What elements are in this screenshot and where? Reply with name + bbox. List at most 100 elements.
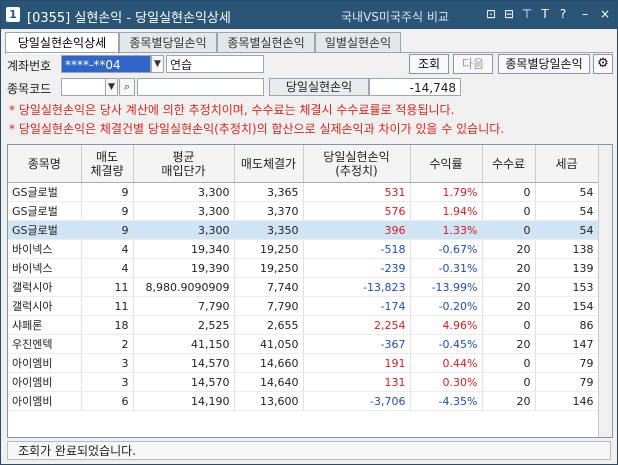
tab-by-stock-realized[interactable]: 종목별실현손익 [217, 32, 315, 53]
cell-avg-buy-price: 14,570 [133, 372, 235, 392]
window-title: [0355] 실현손익 - 당일실현손익상세 [27, 11, 231, 26]
cell-return-rate: 0.30% [410, 372, 483, 392]
cell-stock-name: GS글로벌 [8, 220, 82, 240]
cell-tax: 147 [535, 334, 599, 354]
cell-avg-buy-price: 3,300 [133, 201, 235, 221]
cell-sell-qty: 9 [81, 220, 134, 240]
cell-tax: 154 [535, 296, 599, 316]
cell-sell-qty: 2 [81, 334, 134, 354]
table-row[interactable]: 아이엠비 6 14,190 13,600 -3,706 -4.35% 20 146 [8, 391, 599, 411]
stock-code-label: 종목코드 [7, 82, 52, 96]
header-sell-qty[interactable]: 매도 체결량 [81, 145, 134, 183]
table-row[interactable]: GS글로벌 9 3,300 3,365 531 1.79% 0 54 [8, 182, 599, 202]
font-icon[interactable]: T [537, 6, 553, 22]
cell-sell-qty: 4 [81, 239, 134, 259]
cell-avg-buy-price: 7,790 [133, 296, 235, 316]
account-dropdown-icon[interactable]: ▼ [151, 55, 164, 73]
cell-sell-price: 3,365 [234, 182, 304, 202]
cell-stock-name: GS글로벌 [8, 201, 82, 221]
table-row[interactable]: 샤페론 18 2,525 2,655 2,254 4.96% 0 86 [8, 315, 599, 335]
cell-tax: 153 [535, 277, 599, 297]
cell-realized-pnl: -174 [303, 296, 411, 316]
pnl-grid[interactable]: 종목명 매도 체결량 평균 매입단가 매도체결가 당일실현손익 (추정치) 수익률 수수료 세… [7, 144, 613, 438]
table-row[interactable]: 갤럭시아 11 8,980.9090909 7,740 -13,823 -13.99% 20… [8, 277, 599, 297]
account-label: 계좌번호 [7, 59, 52, 73]
settings-gear-icon[interactable]: ⚙ [593, 54, 613, 74]
help-icon[interactable]: ? [555, 6, 571, 22]
cell-fee: 0 [482, 315, 536, 335]
table-row[interactable]: 바이넥스 4 19,340 19,250 -518 -0.67% 20 138 [8, 239, 599, 259]
cell-tax: 146 [535, 391, 599, 411]
link-icon[interactable]: ⊡ [483, 6, 499, 22]
cell-return-rate: -4.35% [410, 391, 483, 411]
cell-realized-pnl: 191 [303, 353, 411, 373]
cell-tax: 54 [535, 220, 599, 240]
cell-avg-buy-price: 14,570 [133, 353, 235, 373]
cell-fee: 0 [482, 353, 536, 373]
cell-sell-qty: 3 [81, 372, 134, 392]
header-fee[interactable]: 수수료 [482, 145, 536, 183]
cell-stock-name: 바이넥스 [8, 239, 82, 259]
minimize-button[interactable]: – [577, 6, 593, 22]
split-icon[interactable]: ⊟ [501, 6, 517, 22]
cell-sell-price: 7,790 [234, 296, 304, 316]
cell-avg-buy-price: 8,980.9090909 [133, 277, 235, 297]
cell-return-rate: -0.67% [410, 239, 483, 259]
account-input[interactable]: ****-**04 [61, 55, 151, 73]
tab-by-stock-daily[interactable]: 종목별당일손익 [119, 32, 217, 53]
table-row[interactable]: 아이엠비 3 14,570 14,640 131 0.30% 0 79 [8, 372, 599, 392]
header-realized-pnl[interactable]: 당일실현손익 (추정치) [303, 145, 411, 183]
cell-sell-qty: 4 [81, 258, 134, 278]
cell-return-rate: -0.45% [410, 334, 483, 354]
stock-code-input[interactable] [61, 78, 106, 96]
cell-tax: 138 [535, 239, 599, 259]
header-return-rate[interactable]: 수익률 [410, 145, 483, 183]
cell-stock-name: GS글로벌 [8, 182, 82, 202]
cell-stock-name: 아이엠비 [8, 391, 82, 411]
cell-fee: 0 [482, 220, 536, 240]
table-row[interactable]: GS글로벌 9 3,300 3,370 576 1.94% 0 54 [8, 201, 599, 221]
query-button[interactable]: 조회 [409, 54, 449, 74]
cell-sell-price: 19,250 [234, 258, 304, 278]
table-row[interactable]: 바이넥스 4 19,390 19,250 -239 -0.31% 20 139 [8, 258, 599, 278]
pin-icon[interactable]: ⊤ [519, 6, 535, 22]
stock-dropdown-icon[interactable]: ▼ [105, 78, 118, 96]
header-tax[interactable]: 세금 [535, 145, 599, 183]
search-icon[interactable]: ⌕ [119, 78, 135, 96]
cell-sell-price: 3,370 [234, 201, 304, 221]
cell-return-rate: 1.33% [410, 220, 483, 240]
cell-stock-name: 샤페론 [8, 315, 82, 335]
table-row[interactable]: 갤럭시아 11 7,790 7,790 -174 -0.20% 20 154 [8, 296, 599, 316]
vertical-scrollbar[interactable] [598, 145, 612, 437]
table-row[interactable]: GS글로벌 9 3,300 3,350 396 1.33% 0 54 [8, 220, 599, 240]
header-sell-price[interactable]: 매도체결가 [234, 145, 304, 183]
cell-sell-qty: 3 [81, 353, 134, 373]
pnl-table: 종목명 매도 체결량 평균 매입단가 매도체결가 당일실현손익 (추정치) 수익률 수수료 세… [8, 145, 599, 411]
tab-daily-detail[interactable]: 당일실현손익상세 [5, 32, 119, 54]
compare-label[interactable]: 국내VS미국주식 비교 [341, 8, 449, 25]
next-button[interactable]: 다음 [453, 54, 493, 74]
by-stock-button[interactable]: 종목별당일손익 [498, 54, 590, 74]
cell-return-rate: 4.96% [410, 315, 483, 335]
cell-tax: 54 [535, 201, 599, 221]
close-button[interactable]: × [597, 6, 613, 22]
cell-stock-name: 갤럭시아 [8, 296, 82, 316]
cell-tax: 54 [535, 182, 599, 202]
cell-realized-pnl: -239 [303, 258, 411, 278]
cell-tax: 86 [535, 315, 599, 335]
daily-pnl-label: 당일실현손익 [269, 78, 369, 96]
header-avg-buy-price[interactable]: 평균 매입단가 [133, 145, 235, 183]
tab-daily-realized[interactable]: 일별실현손익 [315, 32, 401, 53]
cell-fee: 20 [482, 239, 536, 259]
cell-stock-name: 아이엠비 [8, 372, 82, 392]
title-bar: 1 [0355] 실현손익 - 당일실현손익상세 국내VS미국주식 비교 ⊡ ⊟… [1, 1, 617, 29]
stock-name-field [137, 78, 264, 96]
cell-tax: 79 [535, 353, 599, 373]
header-stock-name[interactable]: 종목명 [8, 145, 82, 183]
table-row[interactable]: 우진엔텍 2 41,150 41,050 -367 -0.45% 20 147 [8, 334, 599, 354]
table-row[interactable]: 아이엠비 3 14,570 14,660 191 0.44% 0 79 [8, 353, 599, 373]
notice-line-2: * 당일실현손익은 체결건별 당일실현손익(추정치)의 합산으로 실제손익과 차… [9, 122, 505, 136]
cell-avg-buy-price: 2,525 [133, 315, 235, 335]
cell-tax: 79 [535, 372, 599, 392]
account-name-field: 연습 [166, 55, 264, 73]
